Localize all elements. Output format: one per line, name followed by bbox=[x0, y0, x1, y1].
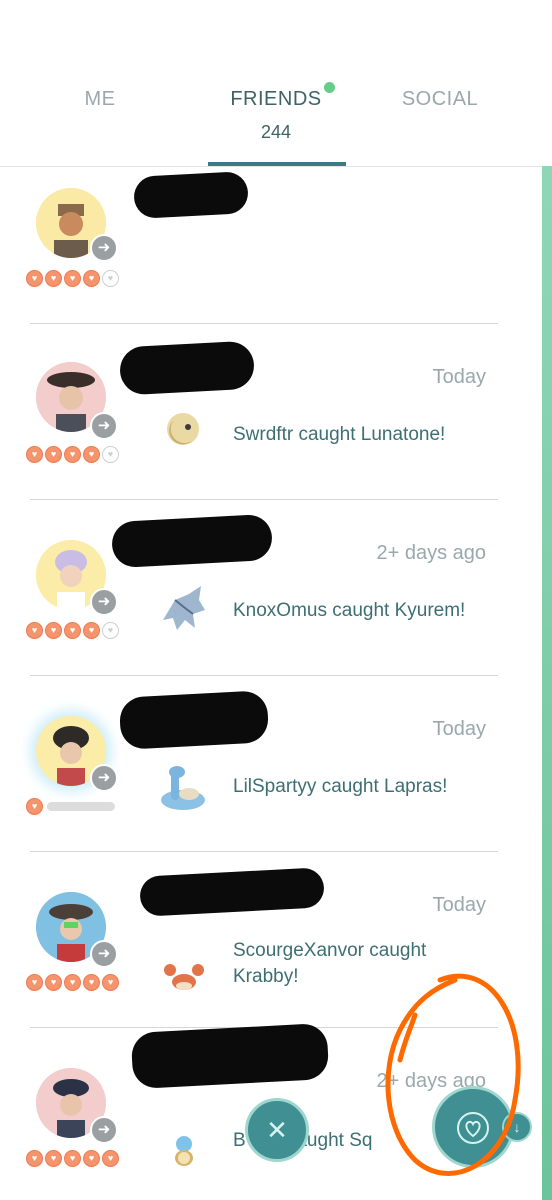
friendship-hearts: ♥ ♥ ♥ ♥ ♥ bbox=[26, 622, 119, 640]
kyurem-icon bbox=[155, 580, 210, 635]
activity-text: KnoxOmus caught Kyurem! bbox=[233, 600, 466, 621]
squirtle-icon bbox=[166, 1132, 202, 1168]
activity-text: ScourgeXanvor caught Krabby! bbox=[233, 940, 427, 987]
krabby-icon bbox=[162, 956, 206, 996]
gift-arrow-icon: ➜ bbox=[90, 764, 118, 792]
tab-friends[interactable]: FRIENDS bbox=[186, 88, 366, 111]
heart-icon: ♥ bbox=[83, 446, 100, 463]
friendship-hearts: ♥ ♥ ♥ ♥ ♥ bbox=[26, 446, 119, 464]
friends-count: 244 bbox=[260, 122, 292, 142]
gift-arrow-icon: ➜ bbox=[90, 234, 118, 262]
redacted-name bbox=[118, 690, 270, 750]
redacted-name bbox=[139, 867, 325, 917]
friend-row[interactable]: ➜ ♥ ♥ ♥ ♥ ♥ Today ScourgeXanvor caught K… bbox=[0, 852, 540, 1028]
lunatone-icon bbox=[162, 408, 204, 450]
gift-arrow-icon: ➜ bbox=[90, 940, 118, 968]
friend-row[interactable]: ➜ ♥ ♥ ♥ ♥ ♥ 2+ days ago KnoxOmus caught … bbox=[0, 500, 540, 676]
activity-time: Today bbox=[432, 366, 486, 388]
gift-arrow-icon: ➜ bbox=[90, 1116, 118, 1144]
lapras-icon bbox=[155, 760, 210, 815]
friend-row[interactable]: ➜ ♥ ♥ ♥ ♥ ♥ bbox=[0, 166, 540, 324]
heart-icon: ♥ bbox=[83, 622, 100, 639]
heart-icon: ♥ bbox=[83, 974, 100, 991]
heart-icon: ♥ bbox=[64, 1150, 81, 1167]
heart-icon: ♥ bbox=[102, 622, 119, 639]
heart-icon: ♥ bbox=[83, 1150, 100, 1167]
heart-icon: ♥ bbox=[45, 270, 62, 287]
heart-icon: ♥ bbox=[102, 1150, 119, 1167]
heart-icon: ♥ bbox=[102, 270, 119, 287]
tab-me[interactable]: ME bbox=[0, 88, 200, 111]
heart-icon: ♥ bbox=[26, 270, 43, 287]
activity-text: LilSpartyy caught Lapras! bbox=[233, 776, 448, 797]
friendship-progress-bar bbox=[47, 802, 115, 811]
heart-icon: ♥ bbox=[45, 446, 62, 463]
redacted-name bbox=[110, 513, 274, 569]
gift-arrow-icon: ➜ bbox=[90, 588, 118, 616]
activity-text: Swrdftr caught Lunatone! bbox=[233, 424, 446, 445]
scrollbar[interactable] bbox=[542, 166, 552, 1200]
friendship-hearts: ♥ bbox=[26, 798, 115, 816]
heart-icon: ♥ bbox=[26, 446, 43, 463]
friend-row[interactable]: ➜ ♥ ♥ ♥ ♥ ♥ Today Swrdftr caught Lunaton… bbox=[0, 324, 540, 500]
heart-icon: ♥ bbox=[45, 974, 62, 991]
friendship-hearts: ♥ ♥ ♥ ♥ ♥ bbox=[26, 974, 119, 992]
friendship-hearts: ♥ ♥ ♥ ♥ ♥ bbox=[26, 1150, 119, 1168]
activity-time: Today bbox=[432, 894, 486, 916]
activity-time: 2+ days ago bbox=[376, 542, 486, 564]
close-button[interactable]: ✕ bbox=[245, 1098, 309, 1162]
heart-icon: ♥ bbox=[64, 622, 81, 639]
gift-arrow-icon: ➜ bbox=[90, 412, 118, 440]
heart-icon: ♥ bbox=[102, 446, 119, 463]
friend-row[interactable]: ➜ ♥ Today LilSpartyy caught Lapras! bbox=[0, 676, 540, 852]
redacted-name bbox=[132, 171, 250, 219]
heart-icon: ♥ bbox=[26, 974, 43, 991]
heart-icon: ♥ bbox=[64, 270, 81, 287]
heart-icon: ♥ bbox=[45, 622, 62, 639]
redacted-name bbox=[130, 1022, 330, 1090]
heart-icon: ♥ bbox=[83, 270, 100, 287]
activity-time: Today bbox=[432, 718, 486, 740]
heart-icon: ♥ bbox=[45, 1150, 62, 1167]
tab-bar: ME FRIENDS 244 SOCIAL bbox=[0, 0, 552, 167]
heart-icon: ♥ bbox=[64, 974, 81, 991]
heart-icon: ♥ bbox=[26, 798, 43, 815]
notification-dot bbox=[324, 82, 335, 93]
heart-icon bbox=[457, 1112, 489, 1144]
heart-icon: ♥ bbox=[64, 446, 81, 463]
tab-social[interactable]: SOCIAL bbox=[350, 88, 530, 111]
heart-icon: ♥ bbox=[102, 974, 119, 991]
heart-icon: ♥ bbox=[26, 622, 43, 639]
sort-button[interactable]: ↓ bbox=[502, 1112, 532, 1142]
friendship-hearts: ♥ ♥ ♥ ♥ ♥ bbox=[26, 270, 119, 288]
heart-icon: ♥ bbox=[26, 1150, 43, 1167]
redacted-name bbox=[118, 340, 256, 396]
